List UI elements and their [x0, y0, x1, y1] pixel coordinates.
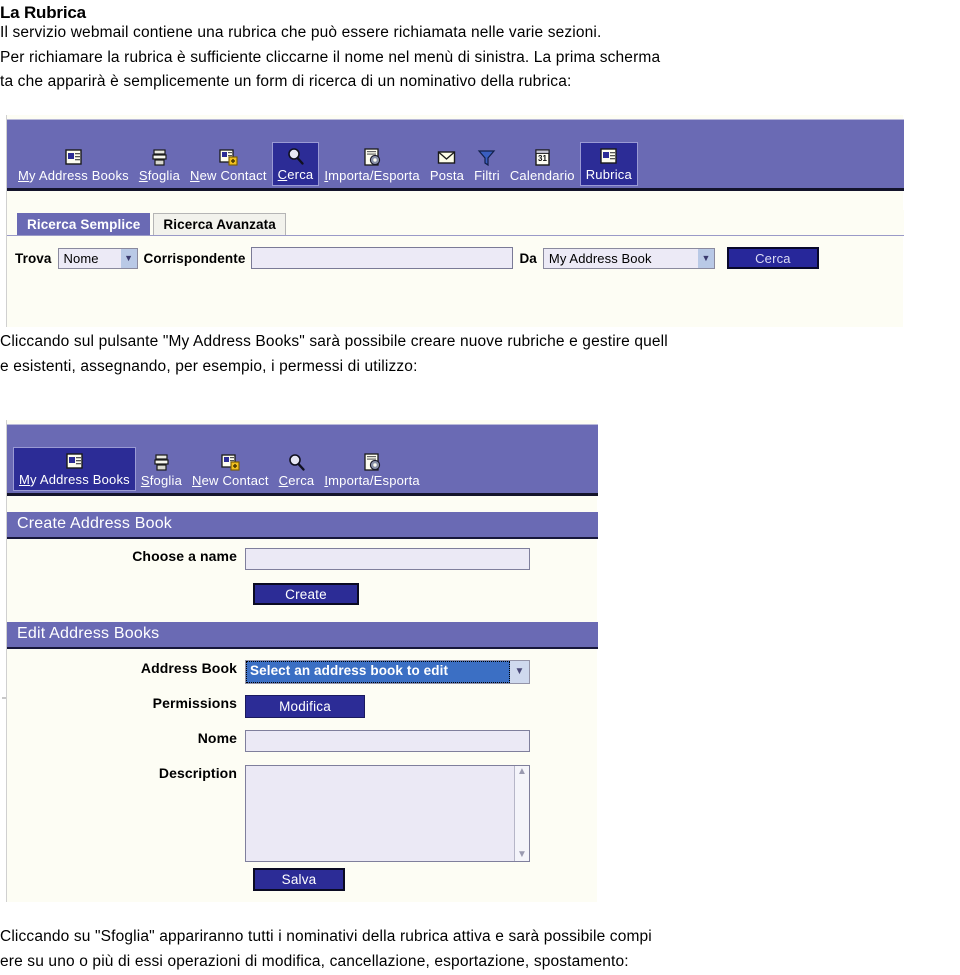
- scroll-up-icon[interactable]: ▲: [517, 767, 527, 777]
- edit-name-row: Nome: [7, 730, 598, 752]
- edit-permissions-row: Permissions Modifica: [7, 695, 598, 718]
- toolbar-button-label: Filtri: [474, 168, 500, 183]
- search-tab-strip: Ricerca Semplice Ricerca Avanzata: [7, 210, 904, 236]
- toolbar-button-label: Cerca: [278, 473, 315, 488]
- search-toolbar-button-calendario[interactable]: 31 Calendario: [505, 144, 580, 186]
- address-book-icon: [65, 450, 84, 471]
- toolbar-button-label: Posta: [429, 168, 465, 183]
- search-book-select[interactable]: My Address Book ▼: [542, 247, 715, 269]
- magnifier-icon: [286, 145, 305, 166]
- toolbar-button-label: Calendario: [509, 168, 575, 183]
- search-toolbar-button-filtri[interactable]: Filtri: [469, 144, 505, 186]
- description-scrollbar[interactable]: ▲ ▼: [514, 766, 529, 861]
- search-submit-button[interactable]: Cerca: [726, 247, 819, 269]
- address-book-icon: [599, 145, 618, 166]
- create-address-book-header: Create Address Book: [7, 512, 598, 539]
- import-export-icon: [363, 451, 382, 472]
- edit-description-textarea[interactable]: ▲ ▼: [245, 765, 530, 862]
- tab-ricerca-semplice[interactable]: Ricerca Semplice: [17, 213, 151, 235]
- from-label: Da: [519, 250, 537, 266]
- browse-stack-icon: [150, 146, 169, 167]
- toolbar-button-label: Importa/Esporta: [324, 168, 420, 183]
- toolbar-button-label: My Address Books: [19, 472, 130, 487]
- scroll-down-icon[interactable]: ▼: [517, 850, 527, 860]
- books-toolbar-button-my-address-books[interactable]: My Address Books: [13, 447, 136, 491]
- search-field-select-value: Nome: [63, 250, 99, 266]
- create-button[interactable]: Create: [253, 583, 359, 605]
- create-name-label: Choose a name: [132, 548, 237, 564]
- match-label: Corrispondente: [143, 250, 246, 266]
- toolbar-button-label: Importa/Esporta: [324, 473, 420, 488]
- chevron-down-icon: ▼: [120, 248, 137, 268]
- address-book-icon: [64, 146, 83, 167]
- search-toolbar-button-sfoglia[interactable]: Sfoglia: [134, 144, 185, 186]
- search-toolbar-button-posta[interactable]: Posta: [425, 144, 469, 186]
- search-toolbar: My Address Books Sfoglia New Contact Cerca I…: [7, 119, 904, 191]
- calendar-icon: 31: [533, 146, 552, 167]
- page-left-rule: [2, 697, 6, 699]
- edit-permissions-label: Permissions: [152, 695, 237, 711]
- toolbar-button-label: Rubrica: [585, 167, 632, 182]
- toolbar-button-label: Cerca: [277, 167, 314, 182]
- create-name-input[interactable]: [245, 548, 530, 570]
- edit-permissions-button[interactable]: Modifica: [245, 695, 365, 718]
- search-toolbar-button-new-contact[interactable]: New Contact: [185, 144, 272, 186]
- intro-paragraph: Il servizio webmail contiene una rubrica…: [0, 24, 661, 90]
- closing-paragraph: Cliccando su "Sfoglia" appariranno tutti…: [0, 928, 652, 970]
- save-button[interactable]: Salva: [253, 868, 345, 891]
- books-toolbar-button-new-contact[interactable]: New Contact: [187, 449, 274, 491]
- search-toolbar-button-rubrica[interactable]: Rubrica: [579, 142, 638, 186]
- chevron-down-icon: ▼: [697, 248, 714, 268]
- tab-ricerca-avanzata[interactable]: Ricerca Avanzata: [153, 213, 286, 235]
- edit-book-select[interactable]: Select an address book to edit ▼: [245, 660, 530, 684]
- page-root: { "document": { "title": "La Rubrica", "…: [0, 0, 960, 975]
- books-toolbar-button-importa-esporta[interactable]: Importa/Esporta: [319, 449, 425, 491]
- search-form-row: Trova Nome ▼ Corrispondente Da My Addres…: [7, 237, 904, 269]
- middle-paragraph: Cliccando sul pulsante "My Address Books…: [0, 333, 668, 375]
- find-label: Trova: [15, 250, 52, 266]
- new-contact-icon: [221, 451, 240, 472]
- edit-name-input[interactable]: [245, 730, 530, 752]
- new-contact-icon: [219, 146, 238, 167]
- svg-text:31: 31: [538, 154, 547, 163]
- edit-name-label: Nome: [197, 730, 237, 746]
- toolbar-button-label: Sfoglia: [138, 168, 181, 183]
- edit-address-books-header: Edit Address Books: [7, 622, 598, 649]
- create-button-row: Create: [253, 583, 359, 605]
- search-query-input[interactable]: [251, 247, 514, 269]
- toolbar-button-label: Sfoglia: [140, 473, 183, 488]
- toolbar-button-label: My Address Books: [18, 168, 129, 183]
- magnifier-icon: [287, 451, 306, 472]
- edit-description-label: Description: [158, 765, 237, 781]
- create-name-row: Choose a name: [7, 548, 598, 570]
- books-toolbar-button-sfoglia[interactable]: Sfoglia: [136, 449, 187, 491]
- search-field-select[interactable]: Nome ▼: [57, 247, 138, 269]
- toolbar-button-label: New Contact: [192, 473, 269, 488]
- browse-stack-icon: [152, 451, 171, 472]
- books-toolbar: My Address Books Sfoglia New Contact Cerca I…: [7, 424, 598, 496]
- edit-book-select-value: Select an address book to edit: [246, 661, 510, 683]
- screenshot-manage-address-books: My Address Books Sfoglia New Contact Cerca I…: [6, 420, 598, 902]
- books-toolbar-button-cerca[interactable]: Cerca: [274, 449, 320, 491]
- edit-description-row: Description ▲ ▼: [7, 765, 598, 862]
- envelope-icon: [437, 146, 456, 167]
- edit-book-row: Address Book Select an address book to e…: [7, 660, 598, 684]
- search-toolbar-button-importa-esporta[interactable]: Importa/Esporta: [319, 144, 425, 186]
- screenshot-address-book-search: My Address Books Sfoglia New Contact Cerca I…: [6, 115, 904, 327]
- search-book-select-value: My Address Book: [548, 250, 652, 266]
- page-title: La Rubrica: [0, 3, 86, 22]
- search-toolbar-button-my-address-books[interactable]: My Address Books: [13, 144, 134, 186]
- import-export-icon: [363, 146, 382, 167]
- save-button-row: Salva: [253, 868, 345, 891]
- edit-book-label: Address Book: [140, 660, 237, 676]
- toolbar-button-label: New Contact: [190, 168, 267, 183]
- funnel-icon: [477, 146, 496, 167]
- search-toolbar-button-cerca[interactable]: Cerca: [271, 142, 320, 186]
- chevron-down-icon: ▼: [510, 661, 529, 683]
